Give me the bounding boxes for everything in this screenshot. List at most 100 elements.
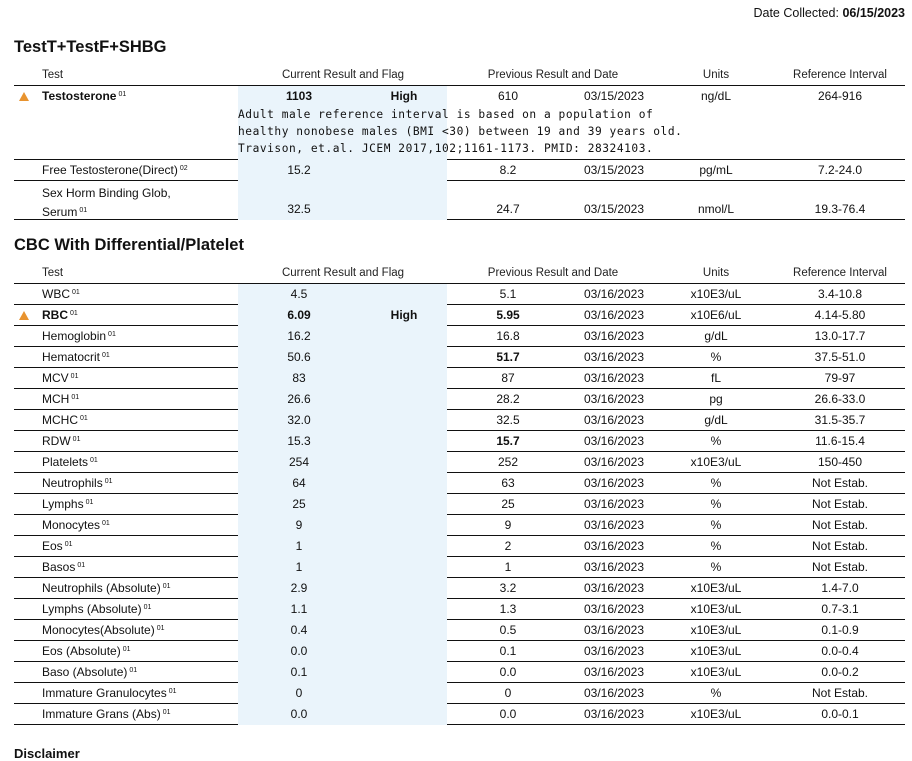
footnote-marker: 01 (122, 646, 131, 653)
units: x10E3/uL (690, 644, 742, 658)
units: x10E3/uL (690, 602, 742, 616)
previous-result: 9 (504, 518, 512, 532)
current-result-highlight (238, 620, 447, 641)
previous-date: 03/16/2023 (583, 329, 645, 343)
reference-interval: 31.5-35.7 (814, 413, 866, 427)
current-result: 0.0 (290, 707, 308, 721)
current-result-highlight (238, 515, 447, 536)
footnote-marker: 01 (143, 604, 152, 611)
result-flag: High (390, 308, 418, 322)
current-result: 16.2 (287, 329, 311, 343)
test-name-line2: Serum (42, 205, 78, 219)
test-name: Hematocrit 01 (42, 350, 110, 364)
reference-interval: Not Estab. (811, 560, 869, 574)
date-collected: Date Collected: 06/15/2023 (753, 6, 905, 20)
date-collected-value: 06/15/2023 (842, 6, 905, 20)
test-name: Free Testosterone(Direct) 02 (42, 163, 188, 177)
previous-date: 03/16/2023 (583, 665, 645, 679)
result-flag: High (390, 89, 418, 103)
reference-interval: 7.2-24.0 (817, 163, 863, 177)
date-collected-label: Date Collected: (753, 6, 839, 20)
units: % (710, 686, 722, 700)
disclaimer-heading: Disclaimer (14, 746, 80, 761)
footnote-marker: 01 (72, 436, 81, 443)
footnote-marker: 01 (104, 478, 113, 485)
previous-date: 03/16/2023 (583, 392, 645, 406)
reference-interval: 3.4-10.8 (817, 287, 863, 301)
test-name-text: MCHC (42, 413, 78, 427)
current-result-highlight (238, 578, 447, 599)
footnote-marker: 01 (162, 709, 171, 716)
previous-result: 610 (497, 89, 519, 103)
column-header-reference: Reference Interval (793, 69, 887, 81)
table-row: MCV 01 83 87 03/16/2023 fL 79-97 (14, 368, 905, 389)
test-name-text: Neutrophils (Absolute) (42, 581, 161, 595)
previous-date: 03/16/2023 (583, 434, 645, 448)
footnote-marker: 01 (79, 207, 88, 214)
current-result: 15.2 (287, 163, 311, 177)
previous-result: 24.7 (496, 202, 520, 216)
reference-interval: Not Estab. (811, 539, 869, 553)
previous-date: 03/16/2023 (583, 560, 645, 574)
footnote-marker: 01 (118, 91, 127, 98)
reference-note: Adult male reference interval is based o… (238, 108, 683, 155)
previous-date: 03/15/2023 (583, 89, 645, 103)
table-row: RBC 01 6.09 High 5.95 03/16/2023 x10E6/uL 4.14-… (14, 305, 905, 326)
previous-result: 0 (504, 686, 512, 700)
reference-interval: 0.1-0.9 (821, 623, 859, 637)
reference-interval: Not Estab. (811, 518, 869, 532)
test-name: Monocytes 01 (42, 518, 110, 532)
previous-date: 03/16/2023 (583, 371, 645, 385)
current-result-highlight (238, 389, 447, 410)
units: x10E6/uL (690, 308, 742, 322)
test-name: MCHC 01 (42, 413, 88, 427)
current-result: 0 (295, 686, 303, 700)
footnote-marker: 01 (64, 541, 73, 548)
reference-interval: 37.5-51.0 (814, 350, 866, 364)
footnote-marker: 01 (70, 310, 78, 317)
test-name-line1: Sex Horm Binding Glob, (42, 186, 171, 200)
current-result-highlight (238, 284, 447, 305)
table-row: Immature Grans (Abs) 01 0.0 0.0 03/16/2023 x1… (14, 704, 905, 725)
units: % (710, 497, 722, 511)
test-name: Monocytes(Absolute) 01 (42, 623, 165, 637)
reference-interval: 26.6-33.0 (814, 392, 866, 406)
table-row: RDW 01 15.3 15.7 03/16/2023% 11.6-15.4 (14, 431, 905, 452)
test-name: Immature Grans (Abs) 01 (42, 707, 171, 721)
test-name: Neutrophils (Absolute) 01 (42, 581, 171, 595)
current-result-highlight (238, 536, 447, 557)
units: % (710, 476, 722, 490)
units: nmol/L (697, 202, 735, 216)
test-name: RBC 01 (42, 308, 78, 322)
previous-result: 1.3 (499, 602, 517, 616)
column-header-row: Test Current Result and Flag Previous Resu… (14, 67, 905, 86)
test-name-text: Free Testosterone(Direct) (42, 163, 178, 177)
current-result: 32.0 (287, 413, 311, 427)
table-row: Neutrophils (Absolute) 01 2.9 3.2 03/16/2023… (14, 578, 905, 599)
previous-result: 5.1 (499, 287, 517, 301)
test-name: Immature Granulocytes 01 (42, 686, 177, 700)
units: % (710, 350, 722, 364)
current-result: 32.5 (287, 202, 311, 216)
previous-date: 03/16/2023 (583, 350, 645, 364)
footnote-marker: 01 (102, 520, 110, 527)
table-row: Platelets 01 254 252 03/16/2023 x10E3/uL 150-4… (14, 452, 905, 473)
reference-interval: 0.0-0.2 (821, 665, 859, 679)
column-header-row: Test Current Result and Flag Previous Resu… (14, 265, 905, 284)
units: pg/mL (699, 163, 733, 177)
previous-result: 0.0 (499, 665, 517, 679)
previous-date: 03/15/2023 (583, 163, 645, 177)
current-result-highlight (238, 160, 447, 181)
current-result: 83 (292, 371, 306, 385)
units: g/dL (704, 329, 728, 343)
table-row: MCH 01 26.6 28.2 03/16/2023 pg 26.6-33.0 (14, 389, 905, 410)
test-name-text: RBC (42, 308, 68, 322)
column-header-previous: Previous Result and Date (487, 69, 619, 81)
current-result-highlight (238, 641, 447, 662)
current-result-highlight (238, 410, 447, 431)
test-name: Testosterone 01 (42, 89, 126, 103)
section-title-hormones: TestT+TestF+SHBG (14, 38, 167, 56)
previous-date: 03/16/2023 (583, 581, 645, 595)
units: x10E3/uL (690, 623, 742, 637)
table-row: Free Testosterone(Direct) 02 15.2 8.2 03/15/… (14, 160, 905, 181)
